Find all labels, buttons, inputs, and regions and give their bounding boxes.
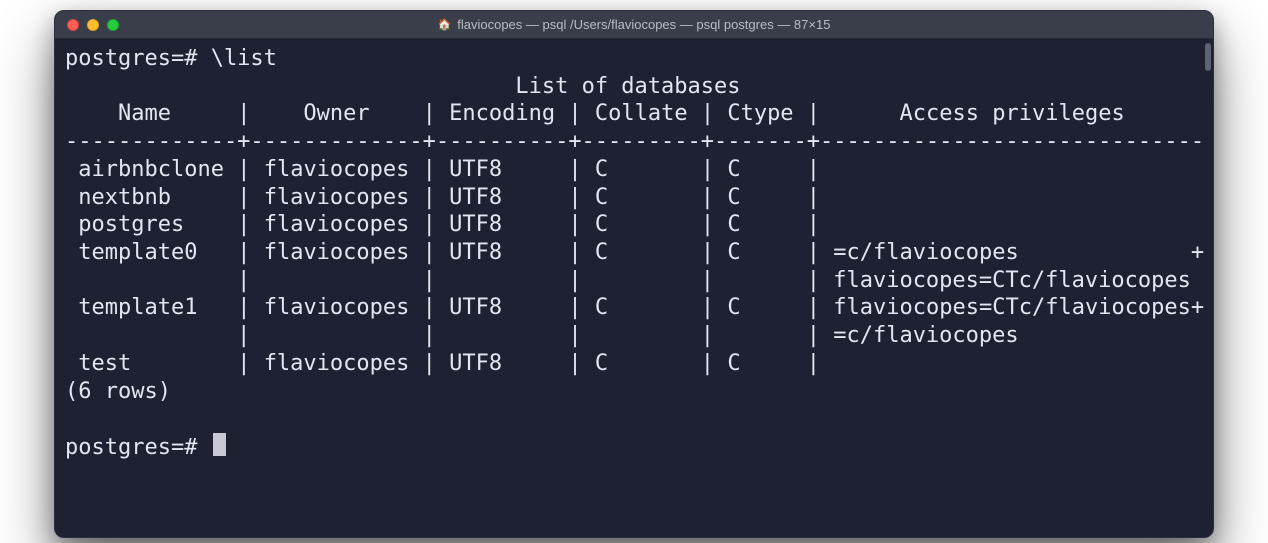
titlebar[interactable]: 🏠 flaviocopes — psql /Users/flaviocopes … <box>55 11 1213 39</box>
cell: C <box>727 157 740 182</box>
cell: template1 <box>78 295 197 320</box>
scrollbar-thumb[interactable] <box>1205 43 1211 71</box>
cell: UTF8 <box>449 351 502 376</box>
cell: UTF8 <box>449 185 502 210</box>
home-icon: 🏠 <box>438 18 452 31</box>
col-name: Name <box>118 101 171 126</box>
cell: C <box>595 157 608 182</box>
cell: flaviocopes <box>264 351 410 376</box>
cell: flaviocopes <box>264 185 410 210</box>
cell: postgres <box>78 212 184 237</box>
end-prompt: postgres=# <box>65 435 211 460</box>
cell: =c/flaviocopes <box>833 323 1018 348</box>
cell: C <box>727 351 740 376</box>
titlebar-title-wrap: 🏠 flaviocopes — psql /Users/flaviocopes … <box>55 17 1213 32</box>
cursor <box>213 433 226 456</box>
cell: nextbnb <box>78 185 171 210</box>
cell: flaviocopes <box>264 240 410 265</box>
cell: flaviocopes <box>264 157 410 182</box>
window-title: flaviocopes — psql /Users/flaviocopes — … <box>457 17 830 32</box>
row-count: (6 rows) <box>65 379 171 404</box>
sep-line: -------------+-------------+----------+-… <box>65 129 1204 154</box>
cell: airbnbclone <box>78 157 224 182</box>
cell: flaviocopes <box>264 212 410 237</box>
output-title: List of databases <box>515 74 740 99</box>
cell: C <box>727 295 740 320</box>
prompt-line: postgres=# \list <box>65 46 277 71</box>
cell: flaviocopes <box>264 295 410 320</box>
cell: flaviocopes=CTc/flaviocopes+ <box>833 295 1204 320</box>
col-owner: Owner <box>303 101 369 126</box>
cell: =c/flaviocopes + <box>833 240 1204 265</box>
cell: C <box>595 295 608 320</box>
scrollbar[interactable] <box>1205 43 1211 533</box>
cell: UTF8 <box>449 240 502 265</box>
cell: UTF8 <box>449 157 502 182</box>
close-icon[interactable] <box>67 19 79 31</box>
col-encoding: Encoding <box>449 101 555 126</box>
cell: flaviocopes=CTc/flaviocopes <box>833 268 1191 293</box>
col-collate: Collate <box>595 101 688 126</box>
terminal-body[interactable]: postgres=# \list List of databases Name … <box>55 39 1213 537</box>
col-access: Access privileges <box>900 101 1125 126</box>
cell: C <box>727 185 740 210</box>
cell: C <box>595 240 608 265</box>
cell: test <box>78 351 131 376</box>
cell: template0 <box>78 240 197 265</box>
terminal-window: 🏠 flaviocopes — psql /Users/flaviocopes … <box>54 10 1214 538</box>
cell: C <box>595 212 608 237</box>
col-ctype: Ctype <box>727 101 793 126</box>
cell: UTF8 <box>449 295 502 320</box>
cell: UTF8 <box>449 212 502 237</box>
cell: C <box>595 185 608 210</box>
cell: C <box>595 351 608 376</box>
zoom-icon[interactable] <box>107 19 119 31</box>
cell: C <box>727 240 740 265</box>
cell: C <box>727 212 740 237</box>
window-controls <box>67 19 119 31</box>
minimize-icon[interactable] <box>87 19 99 31</box>
